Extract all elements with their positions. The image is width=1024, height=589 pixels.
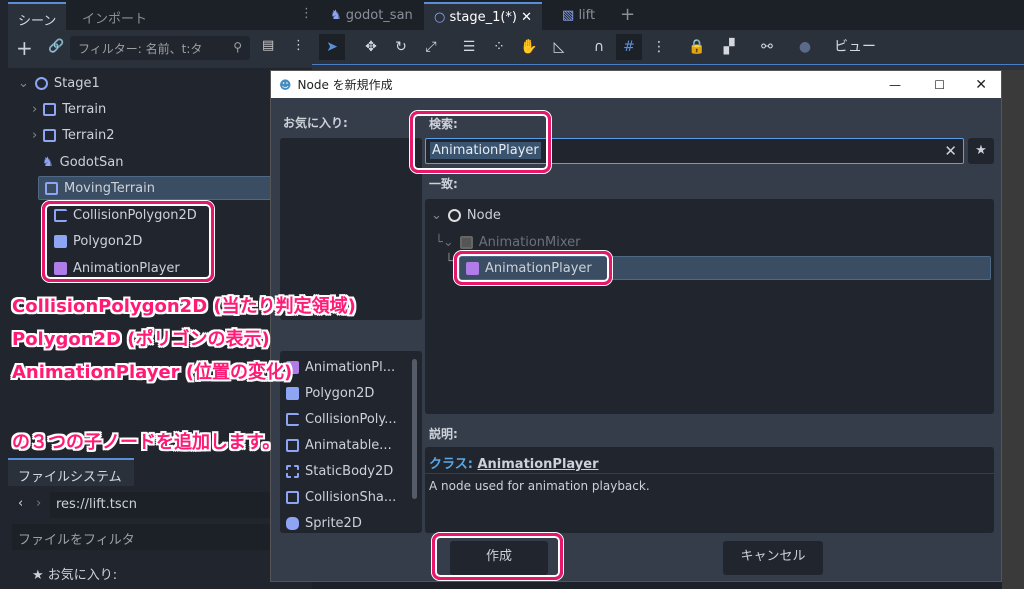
list-select-icon[interactable]: ☰ — [456, 34, 482, 60]
recent-list: AnimationPl... Polygon2D CollisionPoly..… — [280, 351, 422, 533]
recent-item[interactable]: Animatable... — [286, 433, 392, 457]
star-icon: ★ — [32, 568, 44, 583]
filesystem-dock: ファイルシステム ‹ › res://lift.tscn ファイルをフィルタ ★… — [8, 458, 312, 589]
highlight-box — [410, 111, 551, 173]
description-panel: クラス: AnimationPlayer A node used for ani… — [425, 447, 994, 533]
favorite-star-button[interactable]: ★ — [968, 138, 994, 164]
grid-snap-icon[interactable]: # — [616, 34, 642, 60]
favorites-label: お気に入り: — [283, 116, 348, 130]
group-icon[interactable]: ▞ — [716, 34, 742, 60]
move-tool-icon[interactable]: ✥ — [358, 34, 384, 60]
cancel-button[interactable]: キャンセル — [723, 541, 823, 575]
minimize-icon[interactable]: — — [889, 78, 901, 92]
pan-icon[interactable]: ✋ — [516, 34, 542, 60]
scale-tool-icon[interactable]: ⤢ — [418, 34, 444, 60]
ruler-icon[interactable]: ◺ — [546, 34, 572, 60]
recent-item[interactable]: StaticBody2D — [286, 459, 393, 483]
tab-lift[interactable]: ▧ lift — [552, 2, 605, 30]
class-link[interactable]: AnimationPlayer — [477, 457, 598, 472]
highlight-box — [42, 201, 214, 282]
dialog-titlebar: ☻ Node を新規作成 — ☐ ✕ — [271, 71, 1001, 98]
smart-snap-icon[interactable]: ∩ — [586, 34, 612, 60]
camera-icon[interactable]: ● — [792, 34, 818, 60]
annotation-line: CollisionPolygon2D (当たり判定領域) — [12, 296, 356, 317]
matches-label: 一致: — [429, 177, 458, 191]
bone-icon[interactable]: ⚯ — [754, 34, 780, 60]
character-icon: ♞ — [42, 154, 54, 170]
tree-item-godotsan[interactable]: ♞ GodotSan — [42, 150, 123, 174]
godot-icon: ☻ — [279, 77, 292, 92]
create-node-dialog: ☻ Node を新規作成 — ☐ ✕ お気に入り: AnimationPl...… — [270, 70, 1002, 582]
clear-icon[interactable]: ✕ — [944, 142, 957, 160]
recent-item[interactable]: AnimationPl... — [286, 355, 395, 379]
description-label: 説明: — [429, 427, 458, 441]
highlight-box — [432, 533, 563, 580]
select-tool-icon[interactable]: ➤ — [319, 34, 345, 60]
tab-scene[interactable]: シーン — [8, 2, 67, 30]
tab-stage-1[interactable]: ○ stage_1(*) ✕ — [424, 2, 543, 30]
recent-item[interactable]: CollisionPoly... — [286, 407, 397, 431]
scene-filter-input[interactable]: フィルター: 名前、t:タ ⚲ — [70, 36, 250, 60]
tree-item-terrain2[interactable]: › Terrain2 — [32, 123, 114, 147]
add-node-icon[interactable]: + — [16, 36, 33, 60]
canvas-toolbar: ➤ ✥ ↻ ⤢ ☰ ⁘ ✋ ◺ ∩ # ⋮ 🔒 ▞ ⚯ ● ビュー — [312, 30, 1024, 64]
tab-import[interactable]: インポート — [72, 2, 157, 30]
rotate-tool-icon[interactable]: ↻ — [388, 34, 414, 60]
add-tab-icon[interactable]: + — [610, 2, 645, 30]
tree-item-terrain[interactable]: › Terrain — [32, 97, 106, 121]
tab-filesystem[interactable]: ファイルシステム — [8, 458, 134, 486]
favorites-item[interactable]: ★ お気に入り: — [32, 564, 117, 583]
animatablebody-icon — [45, 181, 58, 195]
tab-godot-san[interactable]: ♞ godot_san — [320, 2, 423, 30]
animationmixer-icon — [459, 235, 473, 249]
annotation-line: AnimationPlayer (位置の変化) — [12, 362, 293, 383]
close-icon[interactable]: ✕ — [975, 77, 987, 93]
link-icon[interactable]: 🔗 — [48, 39, 64, 54]
tree-item-stage1[interactable]: ⌄ Stage1 — [18, 71, 100, 95]
scrollbar[interactable] — [412, 359, 417, 499]
forward-icon[interactable]: › — [36, 496, 41, 511]
menu-icon[interactable]: ⋮ — [292, 38, 305, 53]
attach-script-icon[interactable]: ▤ — [262, 38, 274, 53]
matches-tree: ⌄ Node └⌄ AnimationMixer AnimationPlayer └ — [425, 199, 994, 414]
search-icon: ⚲ — [233, 40, 242, 54]
close-icon[interactable]: ✕ — [521, 10, 532, 25]
staticbody-icon — [43, 128, 57, 142]
pivot-icon[interactable]: ⁘ — [486, 34, 512, 60]
scene-dock-tabs: シーン インポート ⋮ — [8, 0, 313, 30]
canvas[interactable] — [1002, 70, 1024, 589]
dialog-title: Node を新規作成 — [297, 78, 393, 92]
recent-item[interactable]: Polygon2D — [286, 381, 374, 405]
lock-icon[interactable]: 🔒 — [684, 34, 710, 60]
node-icon — [447, 208, 461, 222]
view-menu[interactable]: ビュー — [830, 34, 880, 60]
highlight-box — [454, 251, 612, 285]
snap-options-icon[interactable]: ⋮ — [646, 34, 672, 60]
match-node[interactable]: ⌄ Node — [431, 203, 501, 227]
maximize-icon[interactable]: ☐ — [934, 78, 945, 92]
recent-item[interactable]: CollisionSha... — [286, 485, 396, 509]
recent-item[interactable]: Sprite2D — [286, 511, 362, 533]
annotation-line: Polygon2D (ポリゴンの表示) — [12, 329, 270, 350]
staticbody-icon — [43, 102, 57, 116]
node-icon — [34, 76, 48, 90]
file-filter-input[interactable]: ファイルをフィルタ — [12, 524, 312, 550]
star-icon: ★ — [975, 143, 987, 158]
back-icon[interactable]: ‹ — [18, 496, 23, 511]
annotation-line: の３つの子ノードを追加します。 — [12, 432, 281, 453]
scene-tabs: ♞ godot_san ○ stage_1(*) ✕ ▧ lift + — [312, 0, 1024, 30]
